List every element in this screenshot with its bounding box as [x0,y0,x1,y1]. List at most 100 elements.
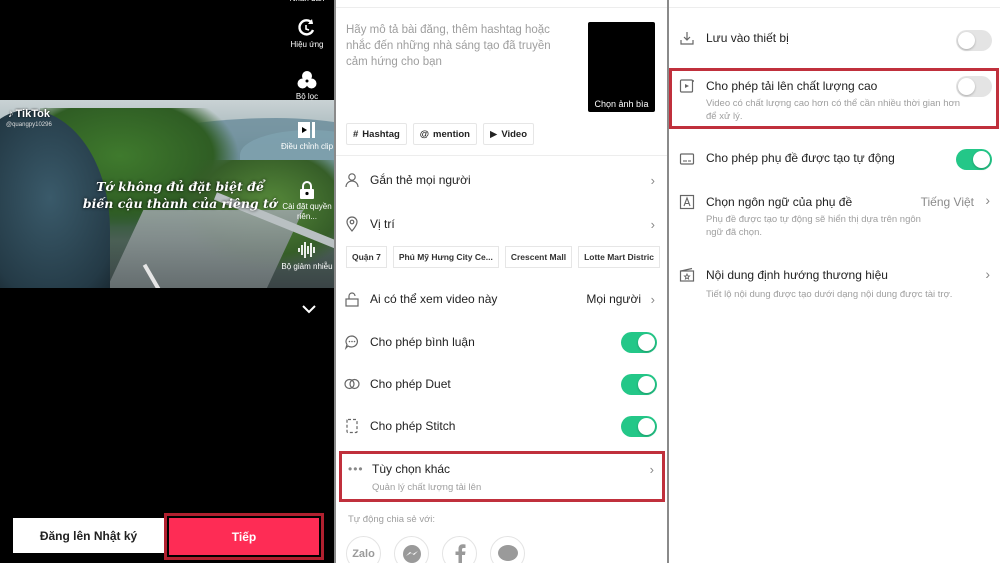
caption-line: Tớ không đủ đặt biệt để [96,179,264,194]
download-icon [680,32,694,45]
lock-icon [300,181,314,199]
caption-language-row[interactable]: Chọn ngôn ngữ của phụ đề Tiếng Việt › Ph… [669,192,1000,238]
location-chip[interactable]: Quận 7 [346,246,387,268]
chevron-right-icon: › [650,172,655,188]
hq-upload-toggle[interactable] [956,76,992,97]
messenger-share-button[interactable] [394,536,429,563]
chevron-right-icon: › [985,192,990,208]
chevron-right-icon: › [650,291,655,307]
location-suggestions: Quận 7 Phú Mỹ Hưng City Ce... Crescent M… [346,246,660,268]
messages-share-button[interactable] [490,536,525,563]
location-chip[interactable]: Crescent Mall [504,246,573,268]
description-input[interactable]: Hãy mô tả bài đăng, thêm hashtag hoặc nh… [346,22,566,70]
save-to-device-row: Lưu vào thiết bị [669,28,1000,54]
facebook-share-button[interactable] [442,536,477,563]
video-editor-panel: ♪ TikTok @quangpy10296 Tớ không đủ đặt b… [0,0,334,563]
tiktok-note-icon: ♪ [8,108,14,120]
noise-reducer-icon [298,242,315,258]
allow-duet-toggle[interactable] [621,373,657,395]
cover-picker[interactable]: Chọn ảnh bìa [588,22,655,112]
hq-video-icon [679,79,694,93]
post-panel: Hãy mô tả bài đăng, thêm hashtag hoặc nh… [336,0,667,563]
tool-label: Bộ giảm nhiễu [281,262,333,271]
auto-share-label: Tự động chia sẻ với: [348,514,436,525]
row-label: Cho phép tải lên chất lượng cao [706,79,878,93]
play-circle-icon: ▶ [490,128,498,140]
more-dots-icon: ••• [348,462,364,476]
tool-stickers[interactable]: Nhãn dán [280,0,334,4]
tool-label: Nhãn dán [290,0,325,3]
video-caption[interactable]: Tớ không đủ đặt biệt để biến cậu thành c… [60,178,300,212]
caption-language-value: Tiếng Việt [920,195,974,209]
hashtag-icon: # [353,128,359,140]
divider [336,155,667,156]
tool-noise-reducer[interactable]: Bộ giảm nhiễu [280,240,334,272]
row-label: Vị trí [370,217,395,231]
toggle-knob [638,417,655,435]
row-label: Cho phép Duet [370,377,451,391]
location-row[interactable]: Vị trí › [336,209,667,239]
location-chip[interactable]: Lotte Mart Distric [578,246,660,268]
allow-comments-toggle[interactable] [621,331,657,353]
tool-label: Bộ lọc [295,92,319,101]
toggle-knob [638,333,655,351]
row-label: Ai có thể xem video này [370,292,498,306]
toggle-knob [973,151,990,168]
toggle-knob [958,32,975,49]
allow-duet-row: Cho phép Duet [336,369,667,399]
tool-privacy-settings[interactable]: Cài đặt quyền riên... [280,180,334,222]
auto-captions-toggle[interactable] [956,149,992,170]
row-sublabel: Quản lý chất lượng tải lên [372,482,482,493]
share-targets: Zalo [346,536,525,563]
toggle-knob [638,375,655,393]
tool-filters[interactable]: Bộ lọc [280,70,334,102]
filters-icon [297,71,317,89]
row-sublabel: Tiết lộ nội dung được tạo dưới dạng nội … [706,289,953,300]
post-to-diary-button[interactable]: Đăng lên Nhật ký [13,518,164,553]
branded-content-icon [679,267,695,282]
mention-chip[interactable]: @ mention [412,123,477,145]
hashtag-chip[interactable]: # Hashtag [346,123,407,145]
next-button[interactable]: Tiếp [169,518,319,555]
branded-content-row[interactable]: Nội dung định hướng thương hiệu › Tiết l… [669,266,1000,302]
auto-captions-row: Cho phép phụ đề được tạo tự động [669,148,1000,174]
facebook-icon [455,543,465,563]
who-can-view-row[interactable]: Ai có thể xem video này Mọi người › [336,284,667,314]
allow-stitch-row: Cho phép Stitch [336,411,667,441]
next-button-highlight: Tiếp [164,513,324,560]
cover-label: Chọn ảnh bìa [594,99,649,109]
message-bubble-icon [497,544,518,561]
row-label: Cho phép phụ đề được tạo tự động [706,151,895,165]
save-to-device-toggle[interactable] [956,30,992,51]
row-sublabel: Video có chất lượng cao hơn có thể cần n… [706,98,960,122]
row-label: Tùy chọn khác [372,462,451,476]
caption-line: biến cậu thành của riêng tớ [82,196,278,211]
row-label: Gắn thẻ mọi người [370,173,471,187]
description-chips: # Hashtag @ mention ▶ Video [346,123,535,145]
language-icon [679,194,695,210]
more-options-row[interactable]: ••• Tùy chọn khác Quản lý chất lượng tải… [339,451,665,502]
more-options-panel: Lưu vào thiết bị Cho phép tải lên chất l… [669,0,1000,563]
video-chip[interactable]: ▶ Video [483,123,535,145]
row-label: Cho phép Stitch [370,419,456,433]
tool-effects[interactable]: Hiệu ứng [280,18,334,50]
messenger-icon [402,544,421,563]
location-pin-icon [346,216,358,232]
duet-icon [344,378,360,390]
person-icon [345,173,359,188]
allow-stitch-toggle[interactable] [621,415,657,437]
row-label: Cho phép bình luận [370,335,475,349]
tool-adjust-clips[interactable]: Điều chỉnh clip [280,120,334,152]
row-sublabel: Phụ đề được tạo tự động sẽ hiển thị dựa … [706,214,921,238]
row-label: Chọn ngôn ngữ của phụ đề [706,195,853,209]
location-chip[interactable]: Phú Mỹ Hưng City Ce... [392,246,499,268]
chip-label: Video [501,128,528,140]
hq-upload-row: Cho phép tải lên chất lượng cao Video có… [669,76,1000,126]
zalo-share-button[interactable]: Zalo [346,536,381,563]
chevron-down-icon[interactable] [300,300,318,318]
tool-label: Hiệu ứng [290,40,324,49]
row-label: Nội dung định hướng thương hiệu [706,268,888,282]
tag-people-row[interactable]: Gắn thẻ mọi người › [336,165,667,195]
chevron-right-icon: › [985,266,990,282]
watermark-username: @quangpy10296 [6,122,52,128]
